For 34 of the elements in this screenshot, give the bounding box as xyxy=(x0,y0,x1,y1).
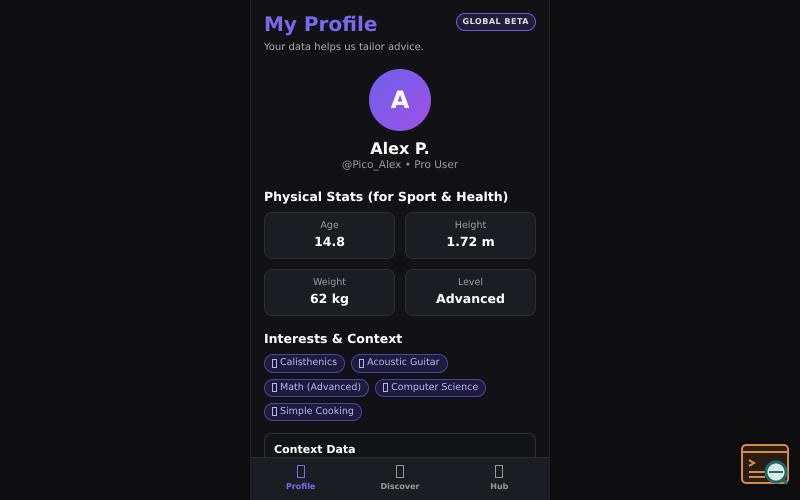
missing-glyph-icon xyxy=(383,383,388,392)
stat-label: Age xyxy=(320,218,339,232)
tag-label: Math (Advanced) xyxy=(280,380,362,394)
nav-tab[interactable]: Hub xyxy=(450,458,549,500)
stat-value: 14.8 xyxy=(314,232,345,251)
beta-badge: GLOBAL BETA xyxy=(456,13,536,31)
stat-value: 62 kg xyxy=(310,290,349,308)
missing-glyph-icon xyxy=(495,465,504,478)
missing-glyph-icon xyxy=(272,383,277,392)
stat-value: 1.72 m xyxy=(446,232,495,251)
stat-label: Height xyxy=(454,218,486,232)
profile-name: Alex P. xyxy=(369,139,431,158)
profile-handle: @Pico_Alex • Pro User xyxy=(340,158,460,173)
card-title: Context Data xyxy=(274,442,357,458)
section-heading: Interests & Context xyxy=(264,330,404,348)
stat-label: Weight xyxy=(312,276,346,290)
missing-glyph-icon xyxy=(396,465,404,478)
stat-label: Level xyxy=(458,276,484,290)
missing-glyph-icon xyxy=(296,465,305,478)
tag-label: Acoustic Guitar xyxy=(367,356,440,370)
page-title: My Profile xyxy=(264,11,378,38)
browser-search-icon[interactable] xyxy=(741,444,791,486)
stat-value: Advanced xyxy=(436,290,505,308)
tag-label: Calisthenics xyxy=(280,356,338,370)
tag-label: Simple Cooking xyxy=(280,404,354,419)
subtitle: Your data helps us tailor advice. xyxy=(264,41,425,55)
avatar: A xyxy=(369,69,431,131)
nav-tab[interactable]: Discover xyxy=(350,458,450,500)
missing-glyph-icon xyxy=(272,407,277,416)
missing-glyph-icon xyxy=(359,358,364,368)
missing-glyph-icon xyxy=(272,358,277,368)
nav-tab[interactable]: Profile xyxy=(251,458,350,500)
section-heading: Physical Stats (for Sport & Health) xyxy=(264,188,510,206)
tag-label: Computer Science xyxy=(391,380,478,394)
